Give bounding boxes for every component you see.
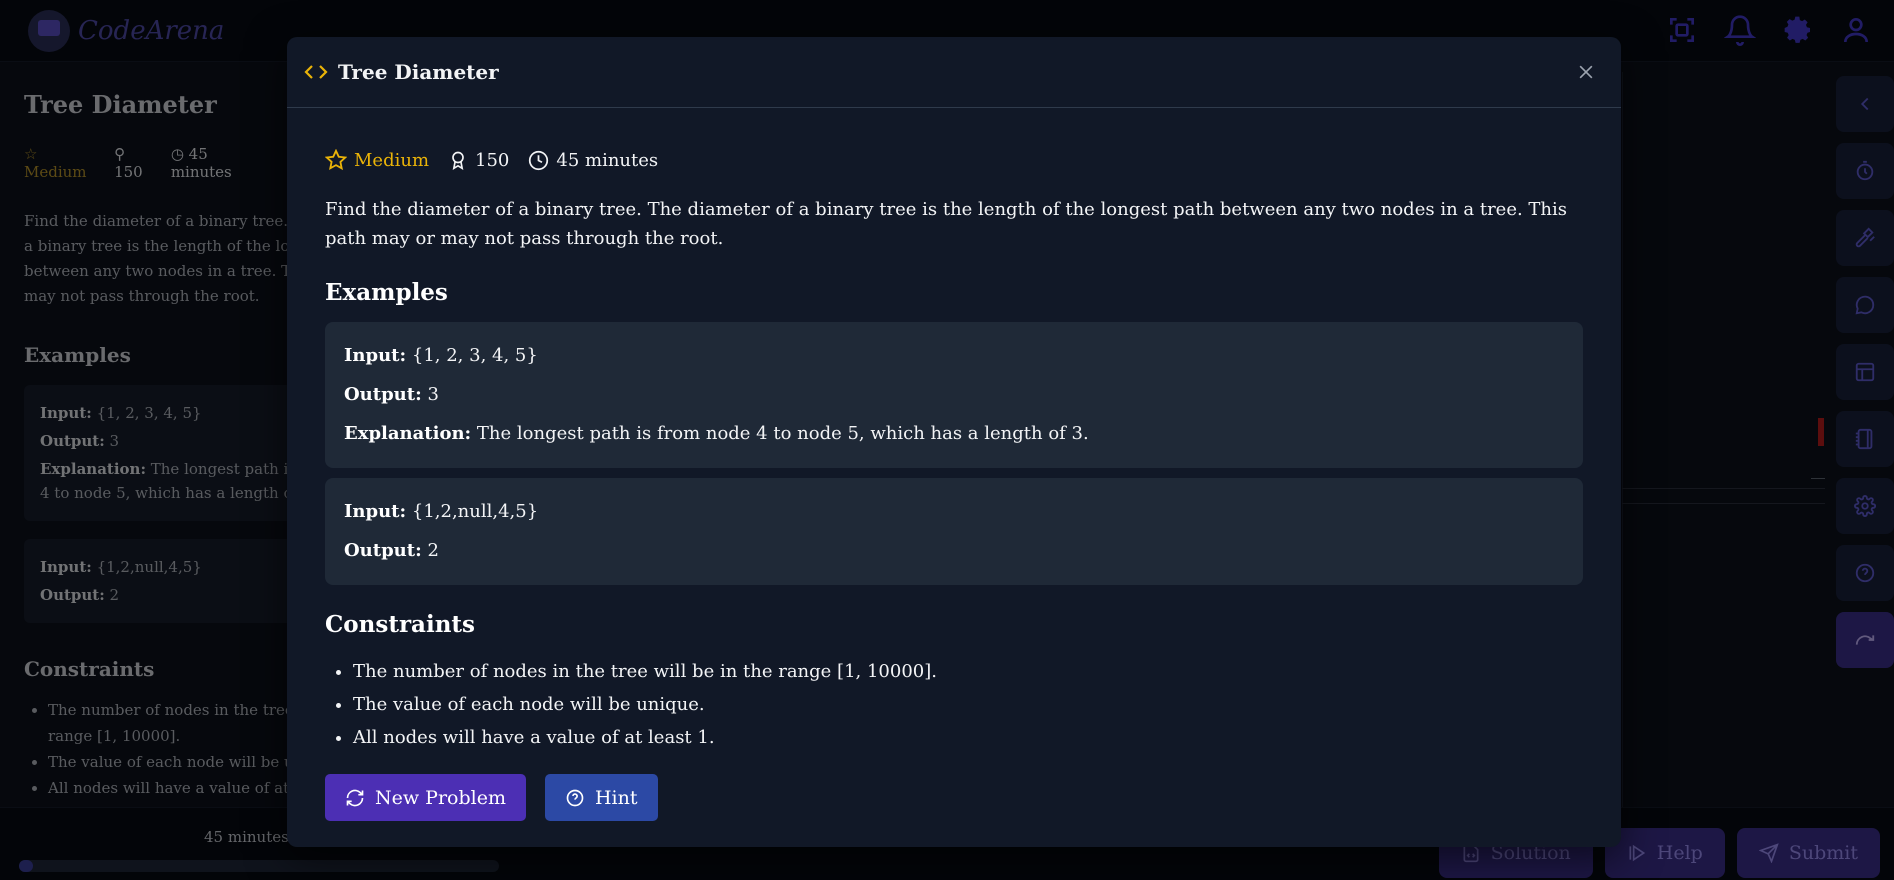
modal-title: Tree Diameter xyxy=(338,60,499,84)
example-explanation: Explanation: The longest path is from no… xyxy=(344,423,1089,444)
time-badge: 45 minutes xyxy=(528,150,658,171)
star-icon xyxy=(325,149,347,171)
problem-modal: Tree Diameter Medium 150 45 minutes Find… xyxy=(287,37,1621,847)
constraint-item: The number of nodes in the tree will be … xyxy=(353,655,1583,688)
example-input: Input: {1, 2, 3, 4, 5} xyxy=(344,345,538,366)
clock-icon xyxy=(529,150,549,170)
modal-header: Tree Diameter xyxy=(287,37,1621,108)
examples-heading: Examples xyxy=(325,279,448,306)
example-output: Output: 2 xyxy=(344,540,439,561)
constraints-heading: Constraints xyxy=(325,611,475,638)
code-icon xyxy=(304,60,328,84)
difficulty-badge: Medium xyxy=(325,149,429,171)
hint-button[interactable]: Hint xyxy=(544,774,658,821)
problem-meta: Medium 150 45 minutes xyxy=(325,148,1583,172)
example-card-1: Input: {1, 2, 3, 4, 5} Output: 3 Explana… xyxy=(325,322,1583,468)
example-input: Input: {1,2,null,4,5} xyxy=(344,501,539,522)
refresh-icon xyxy=(346,789,364,806)
constraint-item: The value of each node will be unique. xyxy=(353,688,1583,721)
modal-actions: New Problem Hint xyxy=(325,774,1583,821)
award-icon xyxy=(452,151,464,171)
new-problem-button[interactable]: New Problem xyxy=(325,774,526,821)
constraint-item: All nodes will have a value of at least … xyxy=(353,721,1583,754)
example-output: Output: 3 xyxy=(344,384,439,405)
modal-body: Medium 150 45 minutes Find the diameter … xyxy=(287,108,1621,821)
question-icon xyxy=(566,789,584,806)
close-button[interactable] xyxy=(1571,57,1601,87)
close-icon xyxy=(1579,65,1593,79)
constraints-list: The number of nodes in the tree will be … xyxy=(325,655,1583,754)
example-card-2: Input: {1,2,null,4,5} Output: 2 xyxy=(325,478,1583,585)
points-badge: 150 xyxy=(448,149,509,171)
problem-description: Find the diameter of a binary tree. The … xyxy=(325,199,1568,249)
